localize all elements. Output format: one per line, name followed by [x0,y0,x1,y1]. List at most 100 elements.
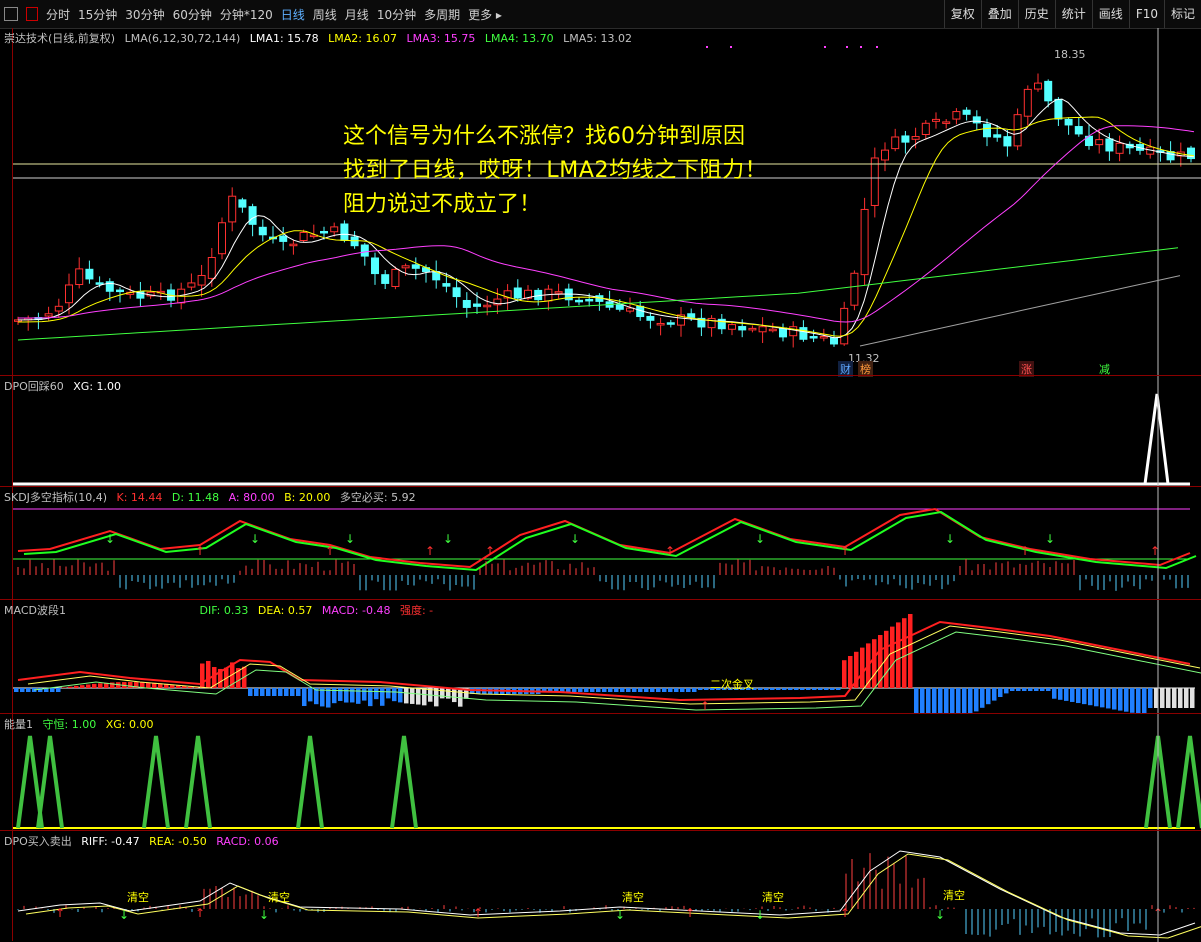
candle-body [952,111,961,120]
stats-button[interactable]: 统计 [1054,0,1092,28]
period-monthly[interactable]: 月线 [345,6,369,23]
macd-histogram-bar [1082,688,1087,705]
skdj-name[interactable]: SKDJ多空指标(10,4) [4,491,107,504]
macd-histogram-bar [56,688,61,692]
lma1-value: LMA1: 15.78 [249,32,319,45]
lma4-line [17,247,1179,341]
dpobs-name[interactable]: DPO买入卖出 [4,835,72,848]
period-daily[interactable]: 日线 [281,6,305,23]
candle-body [921,122,930,136]
macd-histogram-bar [296,688,301,696]
candle-body [289,243,298,247]
period-multi[interactable]: 多周期 [424,6,460,23]
candle-body [330,226,339,233]
candle-body [1095,139,1104,146]
macd-dea: DEA: 0.57 [257,604,313,617]
lma-indicator[interactable]: LMA(6,12,30,72,144) [125,32,241,45]
candle-body [870,157,879,206]
period-15min[interactable]: 15分钟 [78,6,117,23]
energy-title: 能量1 守恒: 1.00 XG: 0.00 [4,716,159,732]
macd-histogram-bar [272,688,277,696]
kline-panel[interactable]: 崇达技术(日线,前复权) LMA(6,12,30,72,144) LMA1: 1… [0,28,1201,377]
dpo60-name[interactable]: DPO回踩60 [4,380,64,393]
macd-histogram-bar [818,688,823,690]
candle-body [350,236,359,247]
candle-body [728,324,736,330]
energy-panel[interactable]: 能量1 守恒: 1.00 XG: 0.00 [0,713,1201,831]
dpo60-chart[interactable] [0,376,1201,487]
macd-histogram-bar [614,688,619,692]
macd-histogram-bar [1064,688,1069,701]
macd-histogram-bar [914,688,919,714]
period-more[interactable]: 更多 ▸ [468,6,502,23]
candle-body [1115,142,1124,154]
candle-body [360,244,369,257]
skdj-arrow: ↓ [570,532,580,546]
macd-histogram-bar [872,639,877,688]
skdj-arrow: ↓ [945,532,955,546]
macd-histogram-bar [1112,688,1117,710]
dpo60-spike [1143,393,1170,485]
candle-body [391,268,400,287]
macd-histogram-bar [1118,688,1123,711]
period-weekly[interactable]: 周线 [313,6,337,23]
skdj-arrow: ↑ [1020,544,1030,558]
macd-histogram-bar [782,688,787,690]
macd-histogram-bar [74,685,79,688]
energy-spike [296,735,324,829]
overlay-button[interactable]: 叠加 [980,0,1018,28]
macd-histogram-bar [566,688,571,692]
macd-histogram-bar [680,688,685,692]
draw-line-button[interactable]: 画线 [1091,0,1129,28]
lma3-value: LMA3: 15.75 [406,32,476,45]
macd-histogram-bar [416,688,421,705]
period-60min[interactable]: 60分钟 [173,6,212,23]
macd-histogram-bar [758,688,763,690]
skdj-panel[interactable]: SKDJ多空指标(10,4) K: 14.44 D: 11.48 A: 80.0… [0,486,1201,600]
candle-body [1044,80,1053,102]
candle-body [1105,138,1114,152]
period-10min[interactable]: 10分钟 [377,6,416,23]
macd-name[interactable]: MACD波段1 [4,604,66,617]
candle-body [187,282,196,288]
dpo-buysell-panel[interactable]: DPO买入卖出 RIFF: -0.47 REA: -0.50 RACD: 0.0… [0,830,1201,942]
dpobs-rea-line [25,853,1201,939]
macd-histogram-bar [434,688,439,707]
macd-histogram-bar [1022,688,1027,691]
macd-histogram-bar [302,688,307,707]
panel-toggle-icon[interactable] [26,7,38,21]
history-button[interactable]: 历史 [1017,0,1055,28]
macd-histogram-bar [1046,688,1051,691]
macd-histogram-bar [836,688,841,690]
macd-panel[interactable]: MACD波段1 DIF: 0.33 DEA: 0.57 MACD: -0.48 … [0,599,1201,714]
rights-button[interactable]: 复权 [943,0,981,28]
dpobs-riff: RIFF: -0.47 [81,835,140,848]
period-30min[interactable]: 30分钟 [125,6,164,23]
skdj-d-line [23,510,1197,572]
signal-dot [706,46,708,48]
mark-button[interactable]: 标记 [1163,0,1201,28]
macd-histogram-bar [608,688,613,692]
candle-body [473,303,481,307]
macd-histogram-bar [938,688,943,714]
period-intraday[interactable]: 分时 [46,6,70,23]
macd-histogram-bar [422,688,427,706]
lma2-value: LMA2: 16.07 [328,32,397,45]
energy-chart[interactable] [0,714,1201,831]
candle-body [381,274,390,284]
layout-icon[interactable] [4,7,18,21]
candle-body [258,226,267,236]
macd-histogram-bar [992,688,997,701]
candle-body [197,275,206,286]
macd-histogram-bar [386,688,391,699]
dpo60-panel[interactable]: DPO回踩60 XG: 1.00 [0,375,1201,487]
candle-body [1054,98,1063,120]
macd-histogram-bar [350,688,355,703]
f10-button[interactable]: F10 [1128,0,1164,28]
period-120min[interactable]: 分钟*120 [220,6,273,23]
candle-body [972,116,981,124]
macd-histogram-bar [344,688,349,703]
candle-body [452,287,461,298]
macd-histogram-bar [770,688,775,690]
energy-name[interactable]: 能量1 [4,718,33,731]
